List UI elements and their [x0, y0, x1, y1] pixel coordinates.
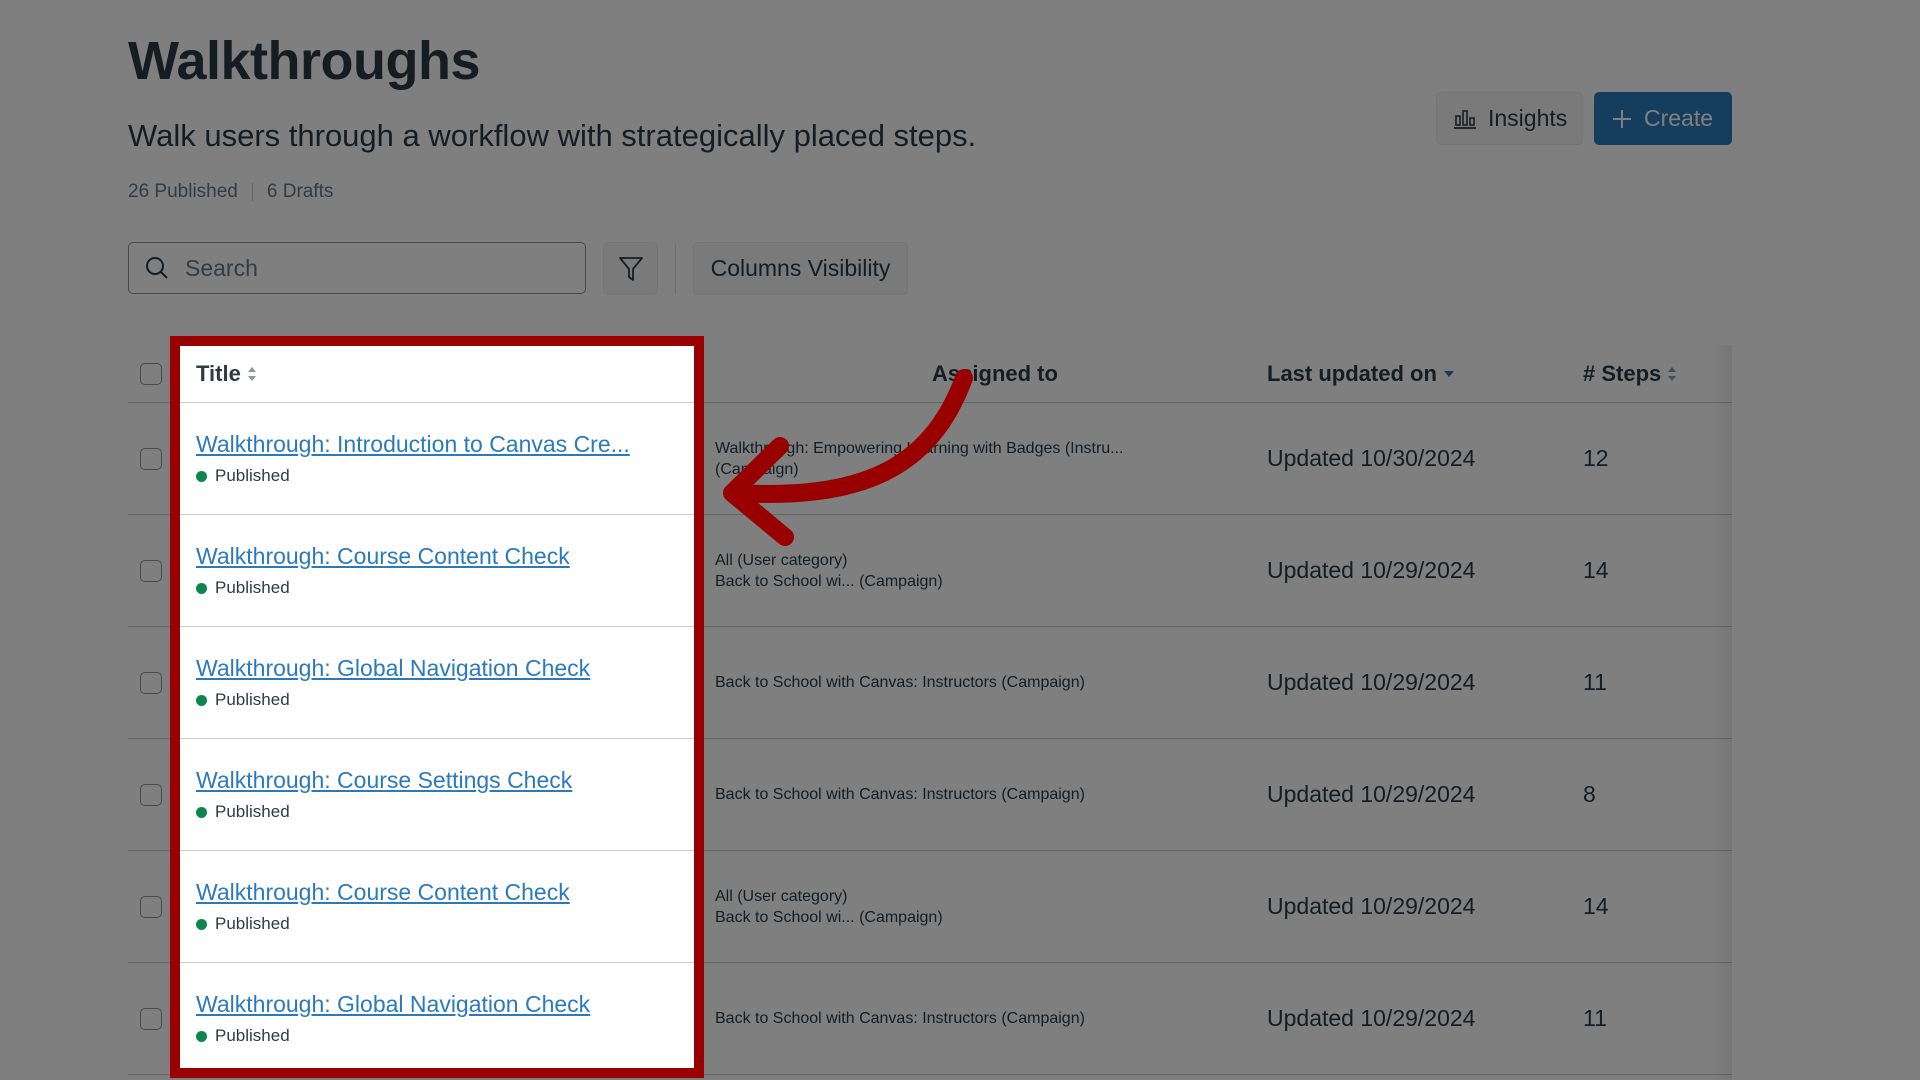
page-subtitle: Walk users through a workflow with strat…	[128, 118, 977, 153]
table-row: Walkthrough: Global Navigation Check Pub…	[128, 627, 1732, 739]
last-updated-cell: Updated 10/29/2024	[1267, 893, 1476, 919]
status-badge: Published	[196, 1026, 290, 1046]
table-row: Walkthrough: Course Content Check Publis…	[128, 515, 1732, 627]
table-row: Walkthrough: Global Navigation Check Pub…	[128, 963, 1732, 1075]
last-updated-cell: Updated 10/29/2024	[1267, 781, 1476, 807]
row-checkbox[interactable]	[140, 447, 162, 470]
column-header-assigned-to: Assigned to	[932, 361, 1058, 386]
status-label: Published	[215, 1026, 290, 1045]
assigned-to-line: Back to School wi... (Campaign)	[715, 908, 943, 926]
status-badge: Published	[196, 466, 290, 486]
bar-chart-icon	[1454, 109, 1476, 129]
last-updated-cell: Updated 10/29/2024	[1267, 1005, 1476, 1031]
status-label: Published	[215, 690, 290, 709]
assigned-to-cell: Walkthrough: Empowering Learning with Ba…	[715, 403, 1275, 514]
insights-label: Insights	[1488, 105, 1568, 131]
row-checkbox[interactable]	[140, 1007, 162, 1030]
search-icon	[146, 257, 168, 279]
last-updated-cell: Updated 10/29/2024	[1267, 557, 1476, 583]
steps-cell: 8	[1583, 781, 1596, 807]
status-label: Published	[215, 802, 290, 821]
steps-cell: 12	[1583, 445, 1609, 471]
walkthrough-title-link[interactable]: Walkthrough: Course Settings Check	[196, 767, 572, 794]
walkthrough-title-link[interactable]: Walkthrough: Introduction to Canvas Cre.…	[196, 431, 630, 458]
assigned-to-line: All (User category)	[715, 551, 848, 569]
column-header-steps[interactable]: # Steps	[1583, 345, 1703, 402]
walkthrough-title-link[interactable]: Walkthrough: Global Navigation Check	[196, 655, 590, 682]
walkthrough-counts: 26 Published 6 Drafts	[128, 181, 333, 203]
create-button[interactable]: Create	[1594, 92, 1732, 145]
page-title: Walkthroughs	[128, 31, 481, 91]
walkthroughs-page: Walkthroughs Walk users through a workfl…	[0, 0, 1920, 1080]
status-badge: Published	[196, 690, 290, 710]
walkthrough-title-link[interactable]: Walkthrough: Global Navigation Check	[196, 991, 590, 1018]
plus-icon	[1613, 109, 1631, 128]
steps-cell: 14	[1583, 893, 1609, 919]
table-body: Walkthrough: Introduction to Canvas Cre.…	[128, 403, 1732, 1075]
horizontal-scroll-shadow	[1712, 345, 1732, 1080]
steps-cell: 11	[1583, 669, 1607, 695]
assigned-to-cell: Back to School with Canvas: Instructors …	[715, 963, 1275, 1074]
assigned-to-line: Walkthrough: Empowering Learning with Ba…	[715, 439, 1124, 457]
assigned-to-cell: Back to School with Canvas: Instructors …	[715, 739, 1275, 850]
row-checkbox[interactable]	[140, 559, 162, 582]
assigned-to-line: (Campaign)	[715, 460, 799, 478]
filter-button[interactable]	[603, 242, 658, 295]
walkthroughs-table: Title Assigned to Last updated on # Step…	[128, 345, 1732, 1075]
drafts-count[interactable]: 6 Drafts	[267, 181, 334, 203]
table-row: Walkthrough: Course Content Check Publis…	[128, 851, 1732, 963]
assigned-to-cell: Back to School with Canvas: Instructors …	[715, 627, 1275, 738]
table-row: Walkthrough: Course Settings Check Publi…	[128, 739, 1732, 851]
status-badge: Published	[196, 914, 290, 934]
status-label: Published	[215, 466, 290, 485]
status-badge: Published	[196, 802, 290, 822]
last-updated-cell: Updated 10/30/2024	[1267, 445, 1476, 471]
published-count[interactable]: 26 Published	[128, 181, 238, 203]
sort-descending-icon	[1443, 370, 1454, 377]
assigned-to-line: Back to School with Canvas: Instructors …	[715, 786, 1085, 803]
published-dot-icon	[196, 1030, 207, 1042]
sort-both-icon	[1668, 366, 1677, 381]
columns-visibility-button[interactable]: Columns Visibility	[693, 242, 908, 295]
search-input[interactable]	[183, 253, 567, 283]
filter-funnel-icon	[618, 256, 643, 281]
assigned-to-cell: All (User category) Back to School wi... …	[715, 851, 1275, 962]
status-label: Published	[215, 914, 290, 933]
row-checkbox[interactable]	[140, 783, 162, 806]
assigned-to-cell: All (User category) Back to School wi... …	[715, 515, 1275, 626]
steps-cell: 11	[1583, 1005, 1607, 1031]
last-updated-cell: Updated 10/29/2024	[1267, 669, 1476, 695]
published-dot-icon	[196, 918, 207, 930]
published-dot-icon	[196, 582, 207, 594]
published-dot-icon	[196, 806, 207, 818]
published-dot-icon	[196, 694, 207, 706]
assigned-to-line: Back to School wi... (Campaign)	[715, 572, 943, 590]
status-label: Published	[215, 578, 290, 597]
counts-divider	[251, 183, 253, 201]
table-row: Walkthrough: Introduction to Canvas Cre.…	[128, 403, 1732, 515]
walkthrough-title-link[interactable]: Walkthrough: Course Content Check	[196, 543, 570, 570]
column-header-last-updated[interactable]: Last updated on	[1267, 345, 1567, 402]
published-dot-icon	[196, 470, 207, 482]
row-checkbox[interactable]	[140, 895, 162, 918]
assigned-to-line: Back to School with Canvas: Instructors …	[715, 674, 1085, 691]
walkthrough-title-link[interactable]: Walkthrough: Course Content Check	[196, 879, 570, 906]
assigned-to-line: Back to School with Canvas: Instructors …	[715, 1010, 1085, 1027]
steps-cell: 14	[1583, 557, 1609, 583]
search-field[interactable]	[128, 242, 586, 294]
assigned-to-line: All (User category)	[715, 887, 848, 905]
toolbar-divider	[675, 244, 676, 294]
column-header-title[interactable]: Title	[196, 345, 686, 402]
create-label: Create	[1644, 105, 1714, 131]
status-badge: Published	[196, 578, 290, 598]
row-checkbox[interactable]	[140, 671, 162, 694]
sort-both-icon	[247, 366, 256, 381]
table-header: Title Assigned to Last updated on # Step…	[128, 345, 1732, 403]
select-all-checkbox[interactable]	[140, 362, 162, 385]
insights-button[interactable]: Insights	[1436, 92, 1583, 145]
